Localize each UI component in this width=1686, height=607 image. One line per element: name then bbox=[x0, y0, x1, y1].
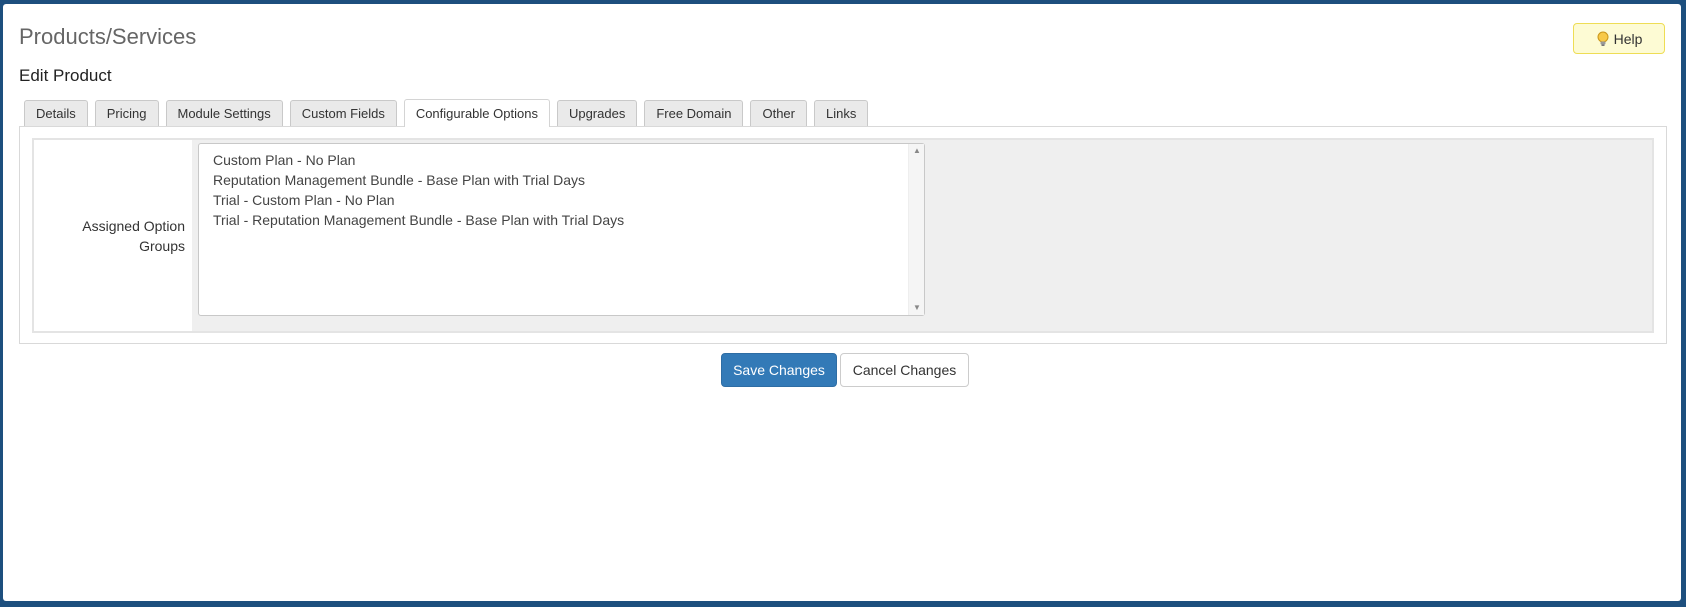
scrollbar[interactable]: ▲ ▼ bbox=[908, 144, 924, 315]
content-frame: Products/Services Help Edit Product Deta… bbox=[3, 4, 1681, 601]
tab-configurable-options[interactable]: Configurable Options bbox=[403, 99, 550, 127]
tab-bar: Details Pricing Module Settings Custom F… bbox=[24, 99, 869, 127]
cancel-changes-button[interactable]: Cancel Changes bbox=[840, 353, 969, 387]
tab-free-domain[interactable]: Free Domain bbox=[644, 100, 744, 127]
option-item[interactable]: Trial - Custom Plan - No Plan bbox=[213, 190, 906, 210]
assigned-option-groups-label: Assigned Option Groups bbox=[82, 217, 185, 254]
option-item[interactable]: Trial - Reputation Management Bundle - B… bbox=[213, 210, 906, 230]
tab-panel: Assigned Option Groups Custom Plan - No … bbox=[19, 126, 1667, 344]
bulb-icon bbox=[1596, 31, 1610, 47]
form-table: Assigned Option Groups Custom Plan - No … bbox=[32, 138, 1654, 333]
tab-links[interactable]: Links bbox=[813, 100, 869, 127]
triangle-up-icon[interactable]: ▲ bbox=[909, 144, 925, 158]
tab-other[interactable]: Other bbox=[750, 100, 807, 127]
tab-module-settings[interactable]: Module Settings bbox=[165, 100, 283, 127]
page-title: Products/Services bbox=[19, 24, 197, 49]
option-groups-select[interactable]: Custom Plan - No Plan Reputation Managem… bbox=[198, 143, 925, 316]
save-changes-button[interactable]: Save Changes bbox=[721, 353, 837, 387]
triangle-down-icon[interactable]: ▼ bbox=[909, 301, 925, 315]
tab-upgrades[interactable]: Upgrades bbox=[556, 100, 638, 127]
tab-pricing[interactable]: Pricing bbox=[94, 100, 159, 127]
option-list: Custom Plan - No Plan Reputation Managem… bbox=[213, 150, 906, 230]
field-area: Custom Plan - No Plan Reputation Managem… bbox=[192, 140, 1652, 331]
tab-custom-fields[interactable]: Custom Fields bbox=[289, 100, 397, 127]
section-title: Edit Product bbox=[19, 66, 112, 85]
help-label: Help bbox=[1613, 30, 1643, 47]
help-button[interactable]: Help bbox=[1573, 23, 1665, 54]
option-item[interactable]: Reputation Management Bundle - Base Plan… bbox=[213, 170, 906, 190]
tab-details[interactable]: Details bbox=[24, 100, 88, 127]
option-item[interactable]: Custom Plan - No Plan bbox=[213, 150, 906, 170]
